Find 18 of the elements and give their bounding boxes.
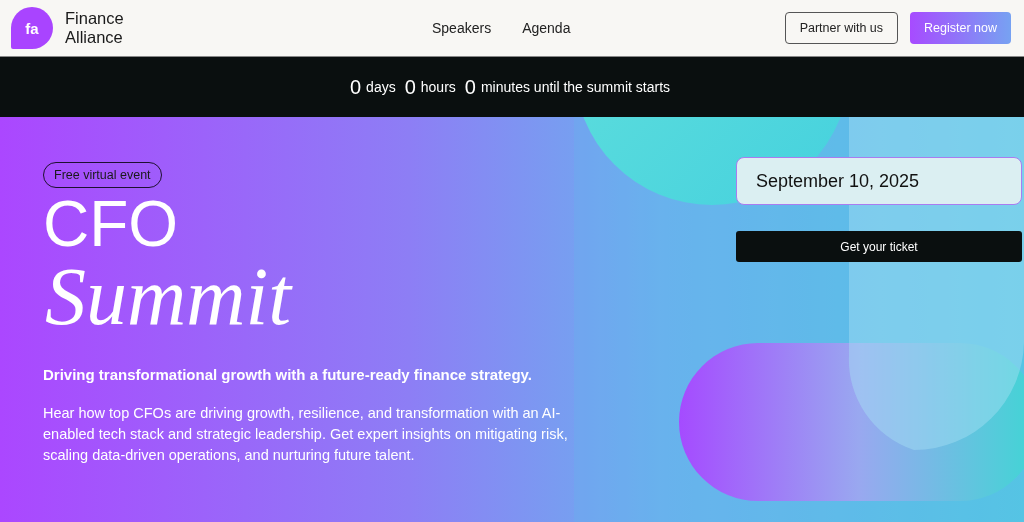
register-button[interactable]: Register now bbox=[910, 12, 1011, 44]
hero-title: Summit bbox=[45, 256, 294, 338]
partner-button[interactable]: Partner with us bbox=[784, 12, 899, 44]
countdown-value: 0 bbox=[349, 75, 362, 99]
countdown-unit: hours bbox=[420, 79, 456, 95]
brand-name: Finance Alliance bbox=[65, 9, 124, 47]
countdown-value: 0 bbox=[464, 75, 476, 99]
tagline: Driving transformational growth with a future-ready finance strategy. bbox=[43, 366, 533, 383]
hero-title: CFO bbox=[43, 192, 180, 256]
countdown-unit: minutes until the summit starts bbox=[480, 79, 670, 95]
countdown-unit: days bbox=[366, 79, 396, 95]
nav-link[interactable]: Agenda bbox=[522, 20, 571, 36]
description: Hear how top CFOs are driving growth, resilience, and transformation with an AI-enabled tech stack and strategic leadership. Get expert insights on mitigating risk, scaling data-driven operations, and nurturing future talent. bbox=[43, 404, 569, 465]
ticket-button[interactable]: Get your ticket bbox=[736, 231, 1022, 262]
logo-icon[interactable]: fa bbox=[11, 7, 53, 49]
countdown-value: 0 bbox=[404, 75, 416, 99]
event-date: September 10, 2025 bbox=[736, 157, 1022, 205]
nav-link[interactable]: Speakers bbox=[432, 20, 492, 36]
